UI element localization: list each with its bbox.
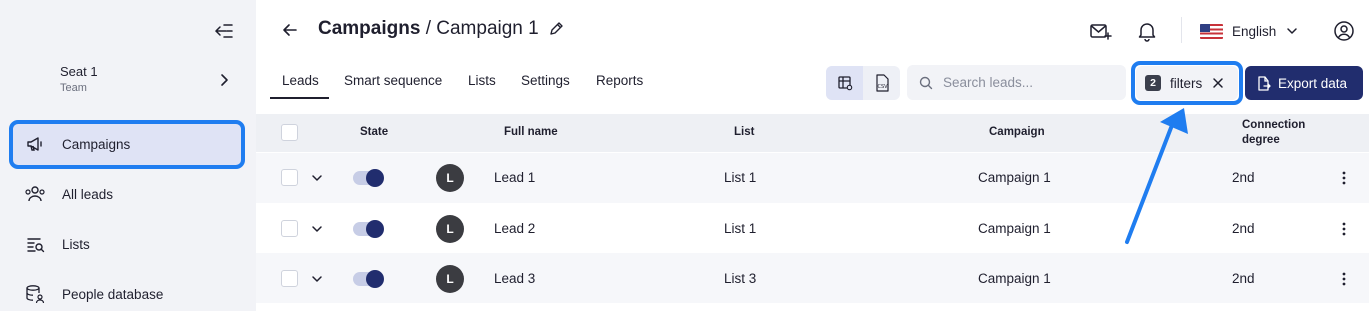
tab-leads[interactable]: Leads: [282, 73, 319, 88]
column-header-campaign[interactable]: Campaign: [989, 126, 1045, 138]
more-vertical-icon[interactable]: [1336, 271, 1352, 287]
table-row[interactable]: L Lead 1 List 1 Campaign 1 2nd: [256, 153, 1369, 203]
sidebar-item-all-leads[interactable]: All leads: [13, 172, 242, 216]
view-toggle-group: CSV: [826, 66, 900, 100]
lead-connection-degree: 2nd: [1232, 170, 1255, 185]
table-view-button[interactable]: [826, 66, 863, 100]
search-input[interactable]: [943, 75, 1113, 90]
lead-campaign: Campaign 1: [978, 221, 1051, 236]
list-search-icon: [23, 232, 47, 256]
tab-lists[interactable]: Lists: [468, 73, 496, 88]
page-title: Campaigns / Campaign 1: [318, 18, 539, 40]
column-header-full-name[interactable]: Full name: [504, 126, 558, 138]
export-data-button[interactable]: Export data: [1245, 66, 1363, 100]
state-toggle[interactable]: [353, 169, 384, 187]
bell-icon[interactable]: [1135, 19, 1159, 43]
search-icon: [919, 76, 933, 89]
svg-text:CSV: CSV: [877, 84, 888, 90]
breadcrumb-separator: /: [420, 18, 437, 39]
toggle-knob: [366, 220, 384, 238]
breadcrumb-campaigns[interactable]: Campaigns: [318, 18, 420, 39]
language-selector[interactable]: English: [1200, 19, 1298, 43]
sidebar-item-lists[interactable]: Lists: [13, 222, 242, 266]
chevron-down-icon[interactable]: [310, 171, 324, 185]
chevron-down-icon: [1287, 28, 1298, 34]
chevron-down-icon[interactable]: [310, 272, 324, 286]
database-user-icon: [23, 282, 47, 306]
more-vertical-icon[interactable]: [1336, 170, 1352, 186]
language-label: English: [1232, 23, 1277, 39]
lead-name[interactable]: Lead 2: [494, 221, 535, 236]
column-header-state[interactable]: State: [360, 126, 388, 138]
filters-count-badge: 2: [1145, 75, 1161, 91]
row-checkbox[interactable]: [281, 270, 298, 287]
toggle-knob: [366, 169, 384, 187]
close-icon[interactable]: [1212, 77, 1224, 89]
sidebar-item-label: All leads: [62, 186, 114, 202]
sidebar-item-people-database[interactable]: People database: [13, 272, 242, 311]
collapse-sidebar-icon[interactable]: [211, 19, 235, 43]
sidebar-item-campaigns[interactable]: Campaigns: [13, 122, 242, 166]
avatar: L: [436, 215, 464, 243]
lead-campaign: Campaign 1: [978, 271, 1051, 286]
state-toggle[interactable]: [353, 270, 384, 288]
us-flag-icon: [1200, 23, 1223, 39]
chevron-down-icon[interactable]: [310, 222, 324, 236]
table-row[interactable]: L Lead 2 List 1 Campaign 1 2nd: [256, 203, 1369, 253]
search-box: [907, 65, 1126, 100]
toggle-knob: [366, 270, 384, 288]
table-settings-icon: [837, 76, 852, 91]
seat-subtitle: Team: [60, 82, 87, 94]
edit-pencil-icon[interactable]: [548, 21, 564, 37]
table-header: State Full name List Campaign Connection…: [256, 114, 1369, 152]
active-tab-indicator: [270, 97, 329, 99]
tab-settings[interactable]: Settings: [521, 73, 570, 88]
select-all-checkbox[interactable]: [281, 124, 298, 141]
filters-label: filters: [1170, 75, 1203, 91]
sidebar: Seat 1 Team Campaigns All leads Lists Pe…: [0, 0, 256, 311]
avatar: L: [436, 265, 464, 293]
column-header-connection-degree[interactable]: Connection: [1242, 119, 1305, 131]
table-row[interactable]: L Lead 3 List 3 Campaign 1 2nd: [256, 253, 1369, 303]
people-icon: [23, 182, 47, 206]
row-checkbox[interactable]: [281, 220, 298, 237]
csv-export-button[interactable]: CSV: [863, 66, 900, 100]
lead-list: List 1: [724, 170, 757, 185]
sidebar-item-label: Lists: [62, 236, 90, 252]
lead-name[interactable]: Lead 3: [494, 271, 535, 286]
sidebar-item-label: Campaigns: [62, 136, 131, 152]
tab-reports[interactable]: Reports: [596, 73, 643, 88]
filters-button[interactable]: 2 filters: [1136, 66, 1238, 100]
lead-connection-degree: 2nd: [1232, 271, 1255, 286]
csv-file-icon: CSV: [875, 74, 889, 92]
back-arrow-icon[interactable]: [280, 20, 300, 40]
user-profile-icon[interactable]: [1332, 19, 1356, 43]
seat-name: Seat 1: [60, 64, 98, 79]
megaphone-icon: [23, 132, 47, 156]
chevron-right-icon: [221, 74, 228, 86]
lead-campaign: Campaign 1: [978, 170, 1051, 185]
lead-name[interactable]: Lead 1: [494, 170, 535, 185]
more-vertical-icon[interactable]: [1336, 221, 1352, 237]
mail-add-icon[interactable]: [1088, 19, 1112, 43]
campaign-name: Campaign 1: [436, 18, 539, 39]
seat-selector[interactable]: Seat 1 Team: [60, 64, 240, 100]
header-divider: [1181, 17, 1182, 43]
lead-connection-degree: 2nd: [1232, 221, 1255, 236]
column-header-connection-degree-line2: degree: [1242, 134, 1280, 146]
column-header-list[interactable]: List: [734, 126, 754, 138]
state-toggle[interactable]: [353, 220, 384, 238]
tab-smart-sequence[interactable]: Smart sequence: [344, 73, 442, 88]
file-export-icon: [1258, 75, 1271, 91]
lead-list: List 1: [724, 221, 757, 236]
export-data-label: Export data: [1278, 75, 1348, 91]
avatar: L: [436, 164, 464, 192]
sidebar-item-label: People database: [62, 286, 164, 302]
row-checkbox[interactable]: [281, 169, 298, 186]
lead-list: List 3: [724, 271, 757, 286]
